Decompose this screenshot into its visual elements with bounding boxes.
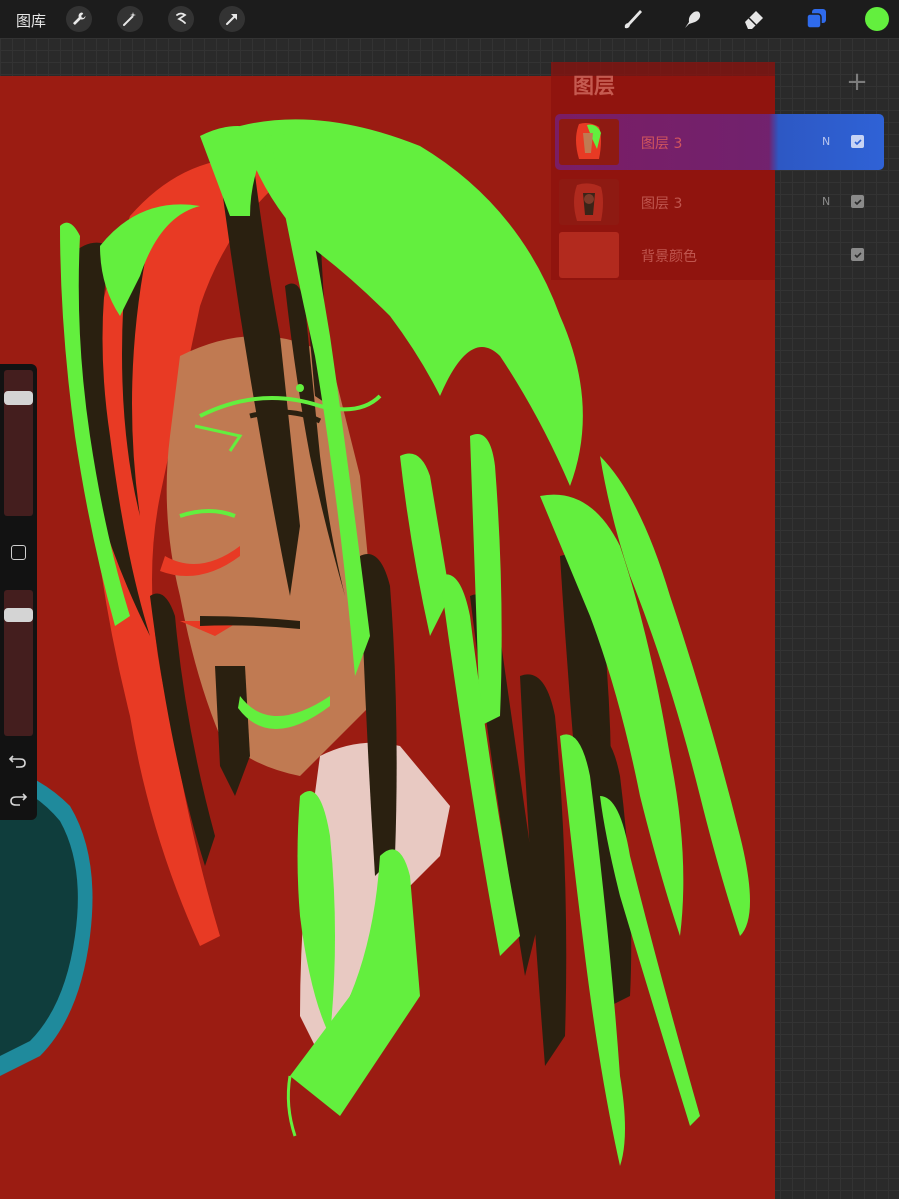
left-sidebar (0, 364, 37, 820)
blend-mode-button[interactable]: N (822, 135, 830, 148)
layer-thumbnail (559, 119, 619, 165)
modify-button[interactable] (11, 545, 26, 560)
layer-name: 背景颜色 (641, 249, 697, 265)
top-toolbar: 图库 (0, 0, 899, 38)
layers-icon[interactable] (803, 6, 829, 32)
layer-row-background[interactable]: 背景颜色 (555, 227, 884, 283)
selection-icon[interactable] (168, 6, 194, 32)
redo-icon[interactable] (8, 788, 28, 808)
blend-mode-button[interactable]: N (822, 195, 830, 208)
brush-size-thumb[interactable] (4, 391, 33, 406)
layer-thumbnail (559, 179, 619, 225)
eraser-icon[interactable] (741, 6, 767, 32)
background-color-swatch[interactable] (559, 232, 619, 278)
gallery-button[interactable]: 图库 (16, 10, 46, 31)
color-picker-swatch[interactable] (865, 7, 889, 31)
layer-visibility-checkbox[interactable] (851, 195, 864, 208)
layer-visibility-checkbox[interactable] (851, 248, 864, 261)
smudge-icon[interactable] (679, 6, 705, 32)
layer-name: 图层 3 (641, 196, 683, 212)
wrench-icon[interactable] (66, 6, 92, 32)
layer-name: 图层 3 (641, 136, 683, 152)
brush-icon[interactable] (620, 6, 646, 32)
layer-visibility-checkbox[interactable] (851, 135, 864, 148)
transform-icon[interactable] (219, 6, 245, 32)
magic-wand-icon[interactable] (117, 6, 143, 32)
undo-icon[interactable] (8, 750, 28, 770)
opacity-thumb[interactable] (4, 608, 33, 623)
layer-row-1[interactable]: 图层 3 N (555, 114, 884, 170)
layers-panel-title: 图层 (573, 74, 615, 98)
layer-row-2[interactable]: 图层 3 N (555, 174, 884, 230)
add-layer-button[interactable]: + (845, 69, 869, 95)
